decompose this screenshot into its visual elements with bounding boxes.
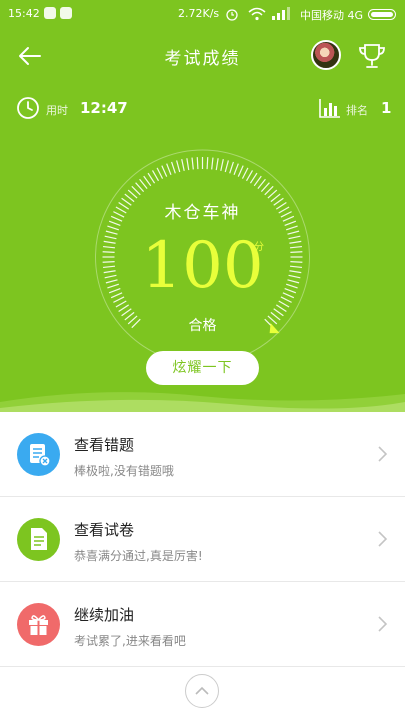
gauge-tick [135, 182, 145, 193]
notification-icon [60, 7, 72, 19]
status-time: 15:42 [8, 7, 40, 20]
rank-label: 排名 [346, 104, 368, 117]
wrong-questions-icon [30, 444, 51, 467]
rank-value: 1 [381, 99, 392, 117]
chevron-right-icon [378, 531, 388, 547]
score-unit: 分 [254, 242, 264, 253]
chevron-up-icon [195, 686, 209, 695]
scroll-up-button[interactable] [185, 674, 219, 708]
notification-icon [44, 7, 56, 19]
wifi-icon [248, 7, 266, 21]
action-list: 查看错题 棒极啦,没有错题哦 查看试卷 恭喜满分通过,真是厉害! 继续加油 考试… [0, 412, 405, 667]
wrong-questions-icon-circle [17, 433, 60, 476]
wave-decoration [0, 392, 405, 412]
list-item-exam-paper[interactable]: 查看试卷 恭喜满分通过,真是厉害! [0, 497, 405, 582]
user-nickname: 木仓车神 [164, 203, 241, 223]
gauge-tick [264, 185, 274, 196]
item-title: 查看试卷 [74, 521, 135, 539]
gauge-tick [241, 167, 249, 179]
gauge-tick [181, 159, 185, 172]
gauge-tick [215, 158, 219, 171]
gauge-tick [253, 175, 262, 187]
gauge-tick [131, 185, 141, 196]
gauge-tick [156, 167, 164, 179]
gauge-tick [127, 189, 138, 199]
list-item-wrong-questions[interactable]: 查看错题 棒极啦,没有错题哦 [0, 412, 405, 497]
exam-paper-icon-circle [17, 518, 60, 561]
list-item-keep-going[interactable]: 继续加油 考试累了,进来看看吧 [0, 582, 405, 667]
status-bar: 15:42 2.72K/s 中国移动 4G [0, 0, 405, 28]
gauge-tick [220, 159, 224, 172]
gauge-tick [151, 170, 160, 182]
ranking-chart-icon [319, 99, 340, 118]
gauge-tick [161, 165, 168, 177]
avatar[interactable] [311, 40, 341, 70]
gauge-tick [196, 157, 199, 170]
gauge-tick [191, 157, 194, 170]
gauge-tick [233, 163, 239, 176]
gauge-tick [176, 160, 181, 173]
gauge-tick [143, 175, 152, 187]
clock-icon [17, 97, 39, 119]
battery-icon [368, 9, 396, 20]
time-used-value: 12:47 [80, 99, 128, 117]
gauge-tick [139, 178, 148, 189]
score-value: 100 [141, 229, 264, 303]
gauge-tick [237, 165, 244, 177]
gauge-tick [249, 172, 258, 184]
result-header-panel: 15:42 2.72K/s 中国移动 4G 考试成绩 用时 12:47 排名 1… [0, 0, 405, 412]
gauge-tick [275, 304, 287, 312]
chevron-right-icon [378, 616, 388, 632]
pass-status: 合格 [188, 318, 217, 334]
alarm-icon [226, 9, 238, 21]
page-title: 考试成绩 [164, 49, 241, 69]
carrier-label: 中国移动 4G [300, 9, 364, 22]
gauge-tick [229, 161, 234, 174]
trophy-icon[interactable] [356, 40, 388, 72]
gauge-tick [260, 182, 270, 193]
stats-bar: 用时 12:47 排名 1 [0, 88, 405, 128]
chevron-right-icon [378, 446, 388, 462]
gauge-tick [186, 158, 190, 171]
share-button[interactable]: 炫耀一下 [146, 351, 259, 385]
time-used-label: 用时 [46, 104, 68, 117]
item-title: 继续加油 [74, 606, 135, 624]
gauge-tick [166, 163, 172, 176]
nav-header: 考试成绩 [0, 28, 405, 84]
item-subtitle: 恭喜满分通过,真是厉害! [74, 549, 203, 563]
gauge-tick [257, 178, 266, 189]
gauge-tick [224, 160, 229, 173]
gift-icon-circle [17, 603, 60, 646]
gauge-tick [147, 172, 156, 184]
gift-icon [29, 615, 48, 635]
gauge-tick [211, 157, 214, 170]
item-subtitle: 考试累了,进来看看吧 [74, 634, 186, 648]
gauge-tick [206, 157, 209, 170]
item-subtitle: 棒极啦,没有错题哦 [74, 464, 174, 478]
exam-paper-icon [31, 528, 47, 550]
gauge-tick [171, 161, 176, 174]
network-speed: 2.72K/s [178, 7, 220, 20]
signal-icon [272, 7, 290, 20]
gauge-tick [118, 304, 130, 312]
gauge-tick [245, 170, 254, 182]
gauge-tick [267, 189, 278, 199]
item-title: 查看错题 [74, 436, 135, 454]
